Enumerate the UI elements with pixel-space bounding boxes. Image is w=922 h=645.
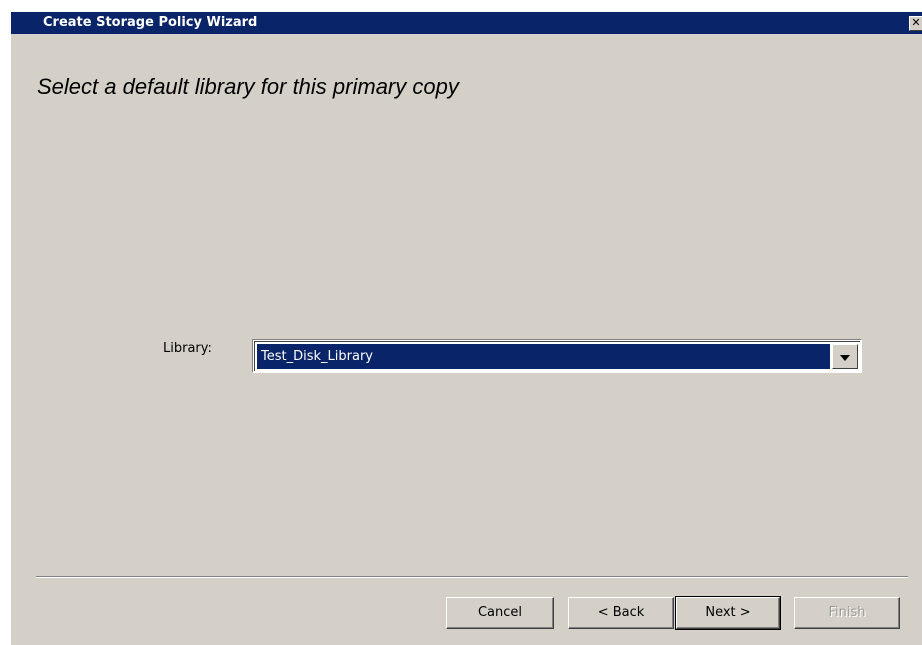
- wizard-window: Create Storage Policy Wizard ✕ Select a …: [10, 12, 922, 645]
- page-title: Select a default library for this primar…: [37, 74, 459, 99]
- library-label: Library:: [163, 341, 212, 356]
- finish-button[interactable]: Finish: [794, 597, 900, 629]
- back-button[interactable]: < Back: [568, 597, 674, 629]
- window-title: Create Storage Policy Wizard: [43, 15, 258, 30]
- library-select[interactable]: Test_Disk_Library: [252, 339, 862, 373]
- close-icon: ✕: [911, 16, 921, 29]
- title-bar[interactable]: Create Storage Policy Wizard ✕: [11, 12, 922, 34]
- chevron-down-icon: [840, 355, 850, 361]
- library-select-value[interactable]: Test_Disk_Library: [257, 344, 830, 369]
- button-separator: [36, 576, 908, 578]
- library-dropdown-button[interactable]: [832, 344, 858, 369]
- library-select-frame: Test_Disk_Library: [254, 341, 860, 371]
- close-button[interactable]: ✕: [909, 16, 922, 31]
- cancel-button[interactable]: Cancel: [446, 597, 554, 629]
- next-button[interactable]: Next >: [675, 596, 781, 630]
